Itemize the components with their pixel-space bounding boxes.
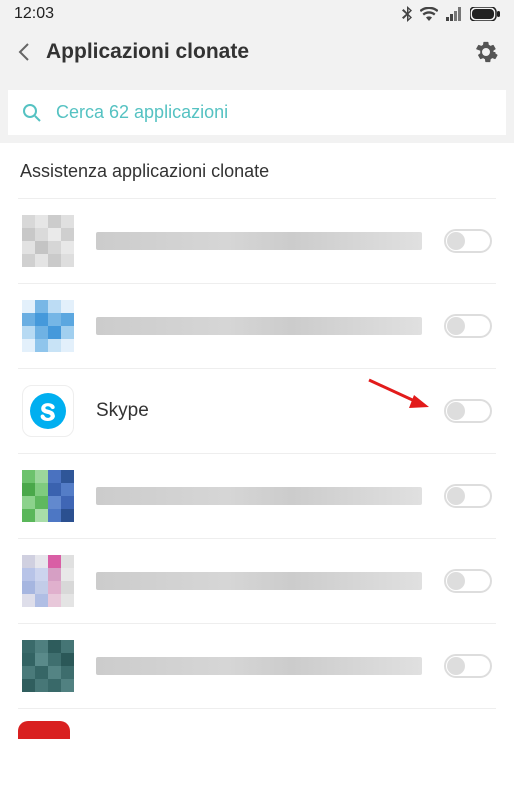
app-icon-partial	[18, 721, 70, 739]
toggle-switch[interactable]	[444, 484, 492, 508]
app-list: Skype	[18, 198, 496, 709]
bluetooth-icon	[402, 6, 412, 22]
status-time: 12:03	[14, 5, 54, 23]
signal-icon	[446, 7, 462, 21]
app-row-partial	[18, 709, 496, 739]
app-label: Skype	[96, 400, 422, 422]
settings-button[interactable]	[472, 38, 500, 66]
search-container	[0, 82, 514, 143]
app-icon	[22, 470, 74, 522]
app-label-redacted	[96, 232, 422, 250]
battery-icon	[470, 7, 500, 21]
app-row[interactable]	[18, 539, 496, 624]
skype-icon	[22, 385, 74, 437]
toggle-switch[interactable]	[444, 229, 492, 253]
status-bar: 12:03	[0, 0, 514, 28]
app-icon	[22, 640, 74, 692]
app-label-redacted	[96, 572, 422, 590]
app-row[interactable]	[18, 199, 496, 284]
app-row[interactable]	[18, 454, 496, 539]
search-icon	[22, 103, 42, 123]
app-label-redacted	[96, 657, 422, 675]
status-icons	[402, 6, 500, 22]
gear-icon	[474, 40, 498, 64]
app-label-redacted	[96, 487, 422, 505]
section-title: Assistenza applicazioni clonate	[0, 143, 514, 198]
app-label-redacted	[96, 317, 422, 335]
app-icon	[22, 555, 74, 607]
app-icon	[22, 215, 74, 267]
toggle-switch[interactable]	[444, 314, 492, 338]
chevron-left-icon	[18, 42, 30, 62]
back-button[interactable]	[14, 41, 34, 63]
app-row[interactable]	[18, 284, 496, 369]
page-title: Applicazioni clonate	[46, 40, 460, 64]
search-input[interactable]	[56, 102, 492, 123]
content: Assistenza applicazioni clonate	[0, 143, 514, 739]
app-row-skype[interactable]: Skype	[18, 369, 496, 454]
app-row[interactable]	[18, 624, 496, 709]
toggle-switch[interactable]	[444, 654, 492, 678]
toggle-switch[interactable]	[444, 399, 492, 423]
app-icon	[22, 300, 74, 352]
wifi-icon	[420, 7, 438, 21]
toggle-switch[interactable]	[444, 569, 492, 593]
search-box[interactable]	[8, 90, 506, 135]
app-header: Applicazioni clonate	[0, 28, 514, 82]
